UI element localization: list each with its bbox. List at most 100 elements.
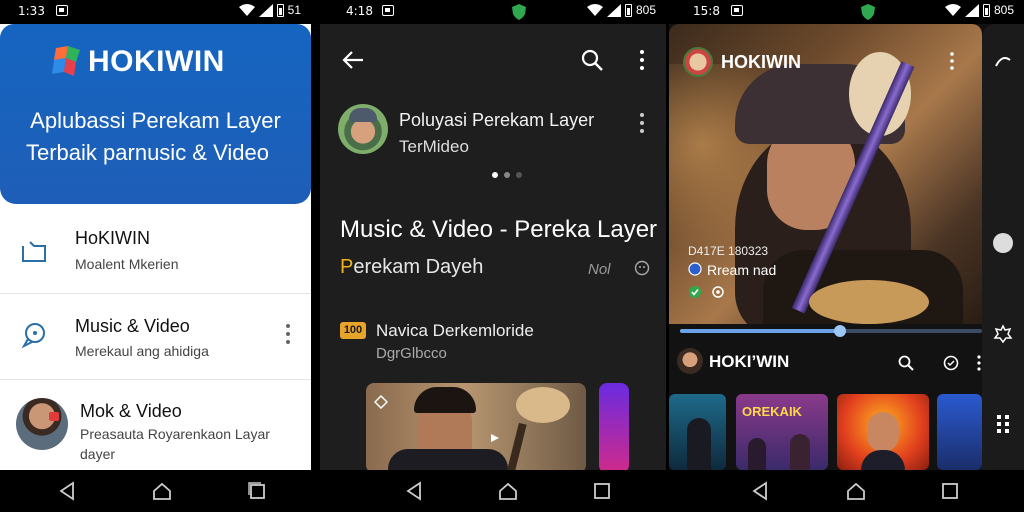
hero-image[interactable] (669, 24, 982, 324)
battery-level: 805 (993, 3, 1014, 17)
shield-icon (861, 4, 875, 20)
signal-icon (258, 3, 273, 17)
diamond-icon (374, 395, 388, 409)
screen-1: 1:33 51 HOKIWIN Aplubassi Perekam Layer … (0, 0, 311, 470)
signal-icon (606, 3, 621, 17)
nav-home-icon[interactable] (152, 481, 172, 501)
list-item[interactable]: HoKIWIN Moalent Mkerien (0, 204, 311, 294)
grid-icon[interactable] (996, 414, 1010, 434)
notification-icon (731, 5, 743, 16)
section-subheading: Perekam Dayeh (340, 256, 483, 279)
more-options-icon[interactable] (286, 324, 290, 344)
nav-back-icon[interactable] (404, 481, 424, 501)
more-options-icon[interactable] (640, 50, 644, 70)
signal-icon (964, 3, 979, 17)
subheading-text: erekam Dayeh (353, 256, 484, 278)
pager-dot[interactable] (516, 172, 522, 178)
nav-home-icon[interactable] (846, 481, 866, 501)
video-tile[interactable] (669, 394, 726, 470)
system-nav-bar (0, 470, 1024, 512)
chat-icon (21, 323, 45, 349)
nav-home-icon[interactable] (498, 481, 518, 501)
status-time: 1:33 (18, 4, 45, 18)
profile-title: Poluyasi Perekam Layer (399, 110, 595, 130)
list-item-title: Music & Video (75, 316, 190, 336)
wifi-icon (238, 3, 255, 16)
battery-level: 805 (635, 3, 656, 17)
status-bar: 4:18 805 (320, 0, 666, 24)
screen-3: 15:8 805 HOKIWIN D417E 180323 Rream nad … (669, 0, 1024, 470)
nav-back-icon[interactable] (750, 481, 770, 501)
nav-recents-icon[interactable] (592, 481, 612, 501)
profile-avatar[interactable] (338, 104, 388, 154)
note-label: Nol (588, 261, 611, 278)
video-thumbnail[interactable] (599, 383, 629, 470)
progress-handle[interactable] (834, 325, 847, 337)
stream-icon (688, 262, 702, 276)
status-icons: 51 (238, 3, 301, 17)
status-icons: 805 (944, 3, 1014, 17)
video-tile[interactable] (937, 394, 982, 470)
swipe-icon[interactable] (994, 52, 1012, 70)
settings-icon[interactable] (993, 324, 1013, 344)
video-thumbnail[interactable] (366, 383, 586, 470)
notification-icon (382, 5, 394, 16)
channel-title: HOKI’WIN (709, 352, 790, 371)
video-tile[interactable]: OREKAIK (736, 394, 828, 470)
progress-bar[interactable] (680, 325, 982, 337)
side-rail (982, 24, 1024, 470)
profile-subtitle: TerMideo (399, 137, 469, 156)
stream-label: Rream nad (707, 262, 777, 278)
nav-back-icon[interactable] (57, 481, 77, 501)
status-time: 4:18 (346, 4, 373, 18)
status-bar: 1:33 51 (0, 0, 311, 24)
search-icon[interactable] (898, 355, 914, 371)
check-icon (689, 286, 701, 298)
brand-title: HOKIWIN (88, 45, 225, 78)
hero-banner: HOKIWIN Aplubassi Perekam Layer Terbaik … (0, 24, 311, 204)
date-label: D417E 180323 (688, 244, 769, 258)
brand: HOKIWIN (48, 44, 225, 80)
battery-icon (276, 3, 284, 17)
more-options-icon[interactable] (950, 52, 954, 70)
status-bar: 15:8 805 (669, 0, 1024, 24)
list-item-title: Mok & Video (80, 401, 182, 421)
wifi-icon (944, 3, 961, 16)
more-options-icon[interactable] (640, 113, 644, 133)
count-badge: 100 (340, 322, 366, 339)
battery-icon (624, 3, 632, 17)
channel-name: HOKIWIN (721, 52, 801, 72)
channel-avatar[interactable] (683, 47, 713, 77)
row-title: Navica Derkemloride (376, 321, 534, 340)
video-tile[interactable] (837, 394, 929, 470)
nav-recents-icon[interactable] (940, 481, 960, 501)
nav-recents-icon[interactable] (247, 481, 267, 501)
screen-2: 4:18 805 Poluyasi Perekam Layer TerMideo… (320, 0, 666, 470)
search-icon[interactable] (581, 49, 603, 71)
wifi-icon (586, 3, 603, 16)
logo-icon (52, 46, 80, 76)
more-options-icon[interactable] (977, 355, 981, 371)
status-time: 15:8 (693, 4, 720, 18)
pager-dot-active[interactable] (492, 172, 498, 178)
list-item[interactable]: Mok & Video Preasauta Royarenkaon Layar … (0, 380, 311, 470)
chat-icon[interactable] (943, 355, 959, 371)
channel-avatar[interactable] (677, 348, 703, 374)
battery-level: 51 (287, 3, 301, 17)
hero-headline: Aplubassi Perekam Layer (30, 108, 281, 133)
tile-title: OREKAIK (742, 404, 802, 419)
list-item-subtitle: Preasauta Royarenkaon Layar (80, 426, 270, 442)
list-item-subtitle-line2: dayer (80, 446, 116, 462)
progress-fill (680, 329, 841, 333)
notification-icon (56, 5, 68, 16)
status-icons: 805 (586, 3, 656, 17)
back-arrow-icon[interactable] (342, 50, 364, 70)
share-icon[interactable] (711, 285, 725, 299)
battery-icon (982, 3, 990, 17)
folder-icon (22, 241, 46, 262)
pager-dot[interactable] (504, 172, 510, 178)
list-item[interactable]: Music & Video Merekaul ang ahidiga (0, 294, 311, 380)
list-item-title: HoKIWIN (75, 228, 151, 248)
emoji-icon[interactable] (634, 260, 650, 276)
toggle-knob[interactable] (993, 233, 1013, 253)
